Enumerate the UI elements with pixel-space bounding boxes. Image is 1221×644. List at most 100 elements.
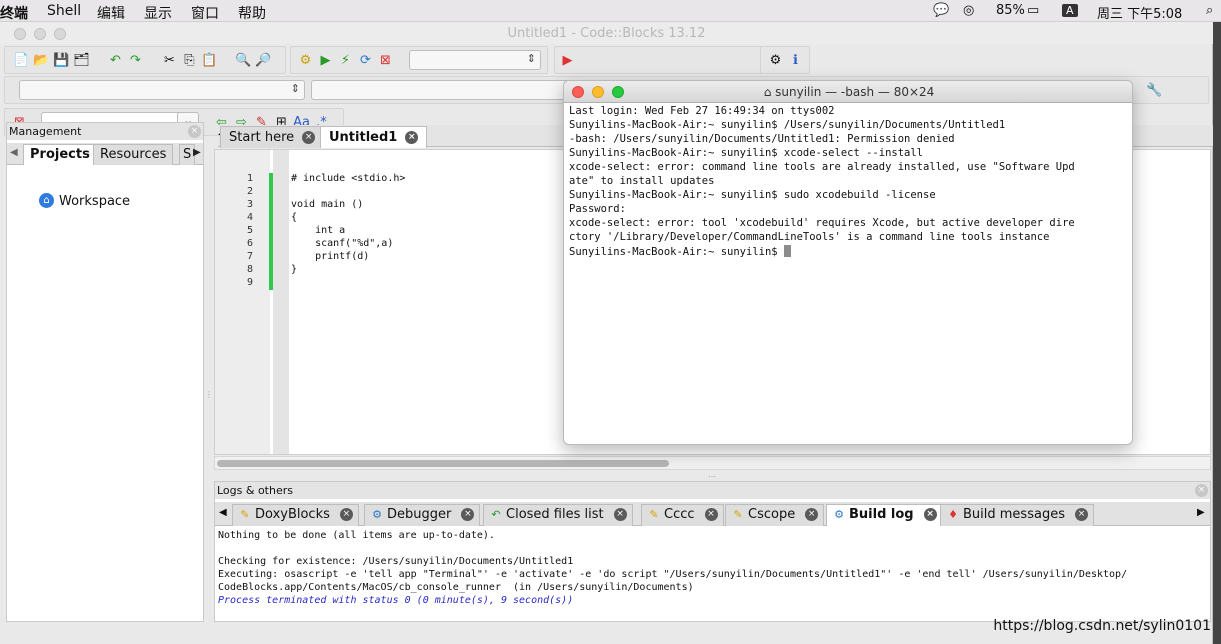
close-icon[interactable]: × [805, 508, 819, 521]
code-line[interactable]: # include <stdio.h> [291, 173, 405, 184]
management-close-icon[interactable]: × [188, 125, 201, 138]
open-file-icon[interactable]: 📂 [33, 52, 50, 69]
code-line[interactable]: scanf("%d",a) [291, 238, 393, 249]
workspace-icon: ⌂ [39, 193, 54, 208]
terminal-line: Sunyilins-MacBook-Air:~ sunyilin$ xcode-… [569, 147, 924, 159]
save-icon[interactable]: 💾 [53, 52, 70, 69]
cscope-icon: ✎ [733, 508, 743, 521]
info-icon[interactable]: ℹ [787, 52, 804, 69]
log-line: CodeBlocks.app/Contents/MacOS/cb_console… [218, 582, 694, 593]
menu-help[interactable]: 帮助 [238, 3, 266, 23]
menu-edit[interactable]: 编辑 [97, 3, 125, 23]
tab-projects[interactable]: Projects [23, 144, 97, 165]
menu-window[interactable]: 窗口 [191, 3, 219, 23]
input-method-indicator[interactable]: A [1062, 4, 1078, 17]
tab-untitled1[interactable]: Untitled1 × [320, 126, 428, 148]
close-icon[interactable]: × [302, 131, 316, 144]
terminal-title: ⌂ sunyilin — -bash — 80×24 [564, 85, 1132, 99]
copy-icon[interactable]: ⎘ [181, 52, 198, 69]
battery-icon[interactable]: ▭ [1027, 3, 1039, 18]
scrollbar-thumb[interactable] [217, 460, 669, 467]
tab-start-here[interactable]: Start here × [220, 126, 325, 148]
code-line[interactable]: { [291, 212, 297, 223]
close-icon[interactable]: × [1074, 508, 1088, 521]
tab-scroll-right-icon[interactable]: ▶ [193, 147, 201, 158]
tab-cccc[interactable]: ✎ Cccc × [641, 504, 724, 526]
line-number: 3 [246, 199, 253, 210]
save-all-icon[interactable]: 🗂 [73, 52, 90, 69]
fold-margin [273, 150, 289, 454]
management-header: Management [7, 123, 203, 140]
terminal-prompt: Sunyilins-MacBook-Air:~ sunyilin$ [569, 246, 784, 258]
menu-bar: 终端 Shell 编辑 显示 窗口 帮助 💬 ◎ 85% ▭ A 周三 下午5:… [0, 0, 1221, 22]
build-toolbar: ⚙ ▶ ⚡ ⟳ ⊠ ⇕ [290, 46, 548, 74]
close-icon[interactable]: × [461, 508, 475, 521]
menu-view[interactable]: 显示 [144, 3, 172, 23]
run-icon[interactable]: ▶ [317, 52, 334, 69]
scope-select[interactable]: ⇕ [19, 80, 305, 100]
wechat-icon[interactable]: 💬 [933, 3, 949, 18]
rebuild-icon[interactable]: ⟳ [357, 52, 374, 69]
menu-shell[interactable]: Shell [47, 3, 81, 19]
tab-doxyblocks[interactable]: ✎ DoxyBlocks × [232, 504, 359, 526]
splitter-handle[interactable]: ⋯ [708, 472, 716, 481]
replace-icon[interactable]: 🔎 [255, 52, 272, 69]
line-number: 6 [246, 238, 253, 249]
tab-build-messages[interactable]: ♦ Build messages × [940, 504, 1094, 526]
line-number: 9 [246, 277, 253, 288]
menu-clock[interactable]: 周三 下午5:08 [1097, 3, 1182, 22]
code-line[interactable]: void main () [291, 199, 363, 210]
terminal-line: xcode-select: error: tool 'xcodebuild' r… [569, 217, 1075, 229]
workspace-tree-item[interactable]: Workspace [59, 194, 130, 209]
build-and-run-icon[interactable]: ⚡ [337, 52, 354, 69]
logs-tab-scroll-left-icon[interactable]: ◀ [219, 507, 227, 518]
new-file-icon[interactable]: 📄 [13, 52, 30, 69]
function-select[interactable] [311, 80, 571, 100]
close-icon[interactable]: × [704, 508, 718, 521]
search-icon[interactable]: 🔧 [1146, 82, 1163, 99]
tab-build-log[interactable]: ⚙ Build log × [826, 504, 943, 526]
tab-scroll-left-icon[interactable]: ◀ [10, 147, 18, 158]
tab-resources[interactable]: Resources [93, 144, 174, 165]
editor-horizontal-scrollbar[interactable] [214, 456, 1211, 470]
tab-closed-files-list[interactable]: ↶ Closed files list × [483, 504, 633, 526]
terminal-window[interactable]: ⌂ sunyilin — -bash — 80×24 Last login: W… [563, 80, 1133, 445]
debug-start-icon[interactable]: ▶ [559, 52, 576, 69]
terminal-line: xcode-select: error: command line tools … [569, 161, 1075, 173]
close-icon[interactable]: × [405, 131, 419, 144]
cut-icon[interactable]: ✂ [161, 52, 178, 69]
tab-cccc-label: Cccc [664, 507, 695, 522]
close-icon[interactable]: × [339, 508, 353, 521]
close-icon[interactable]: × [613, 508, 627, 521]
tab-cscope-label: Cscope [748, 507, 796, 522]
menu-app-terminal[interactable]: 终端 [0, 3, 28, 23]
line-number: 2 [246, 186, 253, 197]
tab-debugger[interactable]: ⚙ Debugger × [364, 504, 481, 526]
abort-icon[interactable]: ⊠ [377, 52, 394, 69]
undo-icon[interactable]: ↶ [107, 52, 124, 69]
build-target-select[interactable]: ⇕ [409, 50, 541, 70]
terminal-line: -bash: /Users/sunyilin/Documents/Untitle… [569, 133, 955, 145]
settings-icon[interactable]: ⚙ [767, 52, 784, 69]
code-line[interactable]: int a [291, 225, 345, 236]
home-icon: ⌂ [763, 85, 776, 99]
redo-icon[interactable]: ↷ [127, 52, 144, 69]
close-icon[interactable]: × [923, 508, 937, 521]
line-number: 5 [246, 225, 253, 236]
find-icon[interactable]: 🔍 [235, 52, 252, 69]
logs-close-icon[interactable]: × [1195, 484, 1208, 497]
log-line: Checking for existence: /Users/sunyilin/… [218, 556, 574, 567]
tab-cscope[interactable]: ✎ Cscope × [725, 504, 825, 526]
splitter-handle[interactable]: ⋮ [205, 390, 213, 399]
line-number: 8 [246, 264, 253, 275]
chevron-updown-icon: ⇕ [526, 52, 536, 65]
logs-tab-scroll-right-icon[interactable]: ▶ [1197, 507, 1205, 518]
build-gear-icon[interactable]: ⚙ [297, 52, 314, 69]
code-line[interactable]: } [291, 264, 297, 275]
code-line[interactable]: printf(d) [291, 251, 369, 262]
terminal-line: Sunyilins-MacBook-Air:~ sunyilin$ sudo x… [569, 189, 936, 201]
terminal-prompt-line[interactable]: Sunyilins-MacBook-Air:~ sunyilin$ [569, 245, 791, 258]
spotlight-icon[interactable]: ⌕ [1206, 3, 1213, 18]
weibo-icon[interactable]: ◎ [963, 3, 974, 18]
paste-icon[interactable]: 📋 [201, 52, 218, 69]
